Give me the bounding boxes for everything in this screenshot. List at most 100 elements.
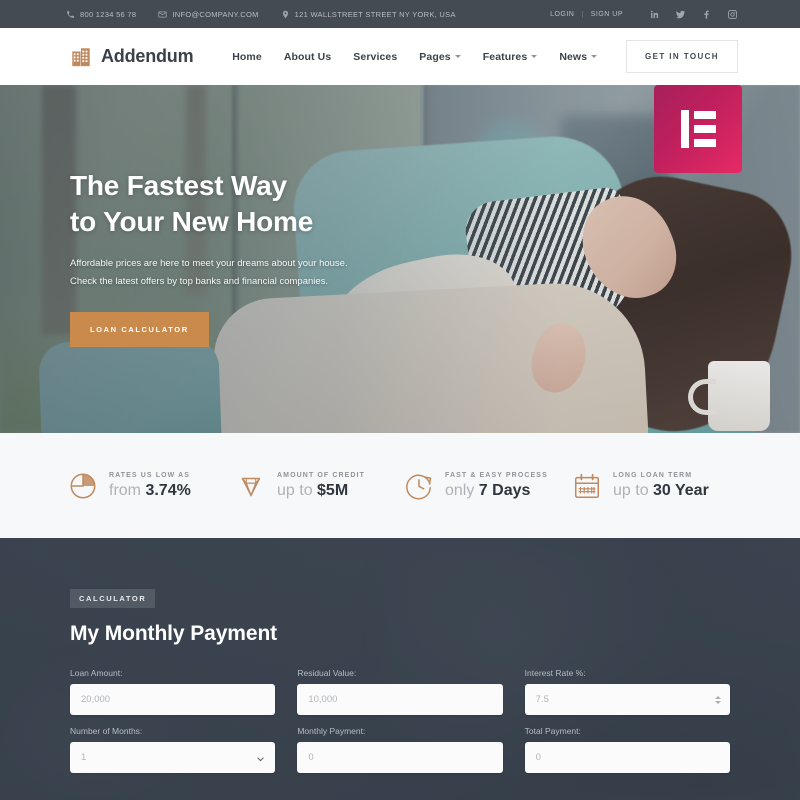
address-contact[interactable]: 121 WALLSTREET STREET NY YORK, USA [281,10,456,19]
residual-value-input[interactable]: 10,000 [297,684,503,715]
elementor-mark-icon [680,110,716,148]
hero-paragraph-line-2: Check the latest offers by top banks and… [70,275,329,287]
chevron-down-icon [454,55,461,58]
diamond-icon [241,477,261,497]
stat-prefix: up to [277,481,318,499]
hero-paragraph-line-1: Affordable prices are here to meet your … [70,257,348,269]
nav-label: About Us [283,50,332,63]
building-icon [72,47,90,66]
field-label: Monthly Payment: [297,726,366,736]
top-bar-contact-group: 800 1234 56 78 INFO@COMPANY.COM 121 WALL… [66,10,550,19]
linkedin-icon[interactable] [649,9,660,20]
calculator-section: CALCULATOR My Monthly Payment Loan Amoun… [0,538,800,800]
address-text: 121 WALLSTREET STREET NY YORK, USA [294,9,456,19]
field-label: Loan Amount: [70,668,123,678]
nav-item-home[interactable]: Home [232,51,262,63]
field-number-of-months: Number of Months: 1 [70,726,276,773]
stat-label: RATES US LOW AS [109,471,191,479]
calculator-title: My Monthly Payment [70,622,278,645]
stat-term: LONG LOAN TERM up to 30 Year [572,471,740,501]
stat-prefix: from [109,481,146,499]
stats-bar: RATES US LOW AS from 3.74% AMOUNT OF CRE… [0,433,800,538]
loan-amount-input[interactable]: 20,000 [70,684,276,715]
stat-value: from 3.74% [109,482,191,500]
stat-value: up to 30 Year [613,482,709,500]
auth-separator: | [581,10,584,18]
stat-prefix: only [445,481,479,499]
number-of-months-select[interactable]: 1 [70,742,276,773]
hero-title-line-2: to Your New Home [70,205,314,237]
nav-item-news[interactable]: News [559,50,598,63]
hero-paragraph: Affordable prices are here to meet your … [70,255,400,291]
field-interest-rate: Interest Rate %: 7.5 [524,668,730,715]
interest-rate-value: 7.5 [535,694,549,705]
stat-value: up to $5M [277,482,365,500]
interest-rate-input[interactable]: 7.5 [524,684,730,715]
logo-text: Addendum [101,46,194,66]
number-of-months-value: 1 [81,752,87,763]
field-label: Number of Months: [70,726,143,736]
nav-item-services[interactable]: Services [353,51,397,63]
elementor-logo[interactable] [654,85,742,173]
chevron-down-icon [531,55,538,58]
calculator-form: Loan Amount: 20,000 Residual Value: 10,0… [70,668,730,773]
nav-label: Home [232,50,262,63]
top-bar: 800 1234 56 78 INFO@COMPANY.COM 121 WALL… [0,0,800,28]
stat-number: 30 Year [653,481,709,499]
twitter-icon[interactable] [675,9,686,20]
stat-number: 7 Days [478,481,531,499]
stat-process: FAST & EASY PROCESS only 7 Days [404,471,572,501]
pie-chart-icon [70,473,96,498]
instagram-icon[interactable] [727,9,738,20]
number-stepper[interactable] [714,695,721,704]
field-label: Residual Value: [297,668,357,678]
calculator-content: CALCULATOR My Monthly Payment Loan Amoun… [0,538,800,773]
nav-label: Pages [419,50,451,63]
nav-item-pages[interactable]: Pages [419,50,461,63]
stat-credit: AMOUNT OF CREDIT up to $5M [236,471,404,501]
nav-label: Features [482,50,528,63]
field-loan-amount: Loan Amount: 20,000 [70,668,276,715]
phone-text: 800 1234 56 78 [80,9,137,19]
chevron-down-icon [591,55,598,58]
field-label: Total Payment: [524,726,581,736]
chevron-down-icon [257,757,264,761]
site-logo[interactable]: Addendum [70,46,194,68]
stat-label: AMOUNT OF CREDIT [277,471,365,479]
auth-links: LOGIN | SIGN UP [550,11,623,18]
email-text: INFO@COMPANY.COM [172,9,259,19]
monthly-payment-input[interactable]: 0 [297,742,503,773]
nav-item-about-us[interactable]: About Us [284,51,331,63]
nav-item-features[interactable]: Features [483,51,538,63]
stat-number: $5M [317,481,349,499]
facebook-icon[interactable] [701,9,712,20]
phone-icon [67,10,74,18]
nav-label: News [559,50,588,63]
phone-contact[interactable]: 800 1234 56 78 [66,10,136,19]
calculator-badge: CALCULATOR [70,589,156,608]
nav-label: Services [353,50,398,63]
login-link[interactable]: LOGIN [550,11,574,18]
hero-content: The Fastest Way to Your New Home Afforda… [70,168,400,347]
hero-section: The Fastest Way to Your New Home Afforda… [0,85,800,433]
top-bar-actions: LOGIN | SIGN UP [550,9,738,20]
stat-rates: RATES US LOW AS from 3.74% [68,471,236,501]
calendar-icon [575,473,599,498]
envelope-icon [158,11,167,17]
main-navigation: Home About Us Services Pages Features Ne… [203,51,626,63]
signup-link[interactable]: SIGN UP [591,11,623,18]
location-pin-icon [282,10,288,18]
email-contact[interactable]: INFO@COMPANY.COM [158,10,258,19]
total-payment-input[interactable]: 0 [524,742,730,773]
field-residual-value: Residual Value: 10,000 [297,668,503,715]
hero-title: The Fastest Way to Your New Home [70,168,400,240]
get-in-touch-button[interactable]: GET IN TOUCH [626,40,738,73]
field-label: Interest Rate %: [524,668,586,678]
stat-prefix: up to [613,481,654,499]
hero-title-line-1: The Fastest Way [70,170,287,201]
loan-calculator-button[interactable]: LOAN CALCULATOR [70,311,209,347]
clock-icon [406,474,432,499]
stat-number: 3.74% [145,481,191,499]
field-total-payment: Total Payment: 0 [524,726,730,773]
stat-label: LONG LOAN TERM [613,471,693,479]
